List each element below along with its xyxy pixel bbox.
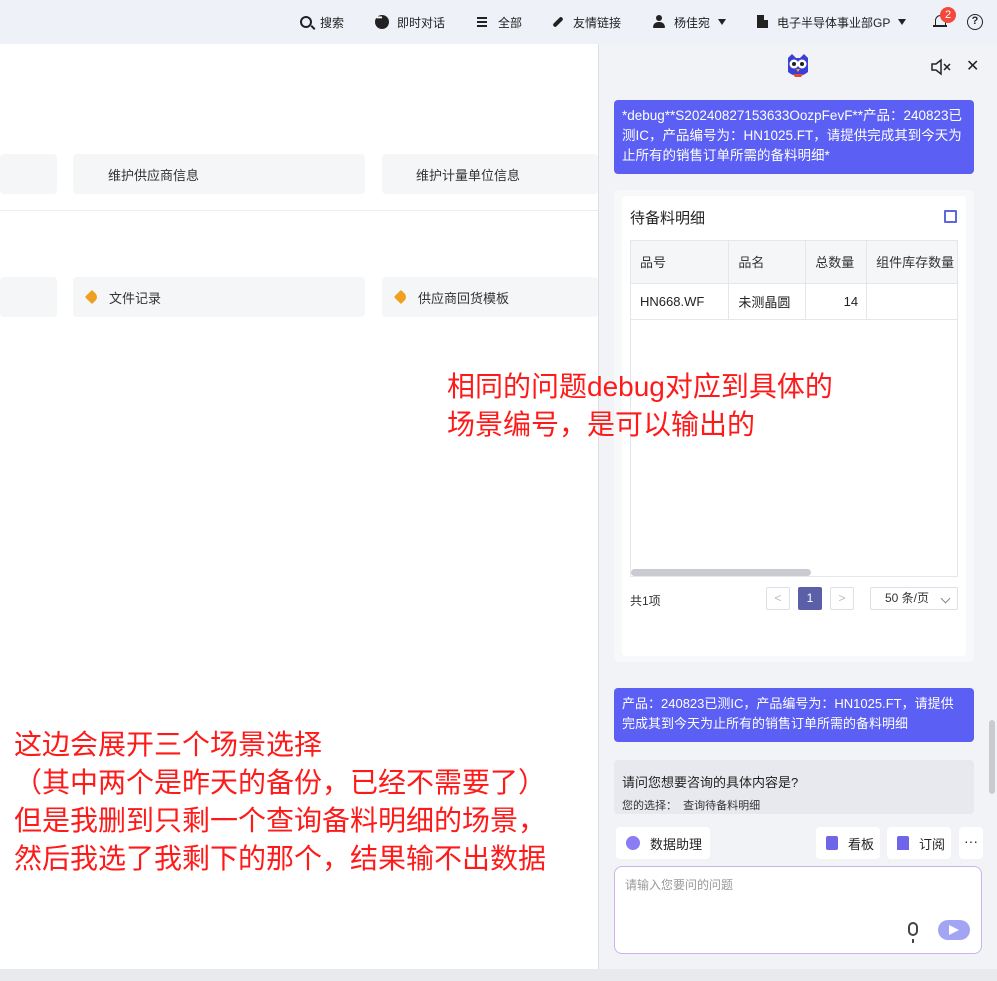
page-size-value: 50 条/页 [885,591,930,605]
annotation-line: 然后我选了我剩下的那个，结果输不出数据 [14,843,547,874]
caret-down-icon [718,19,727,25]
table-horizontal-scrollbar[interactable] [631,569,811,576]
cell-part-no: HN668.WF [631,283,730,320]
cell-stock-qty: 5 [866,283,957,320]
chip-label: 数据助理 [650,836,703,852]
choice-label: 您的选择： [622,800,677,812]
cell-total-qty: 14 [805,283,868,320]
send-button[interactable] [938,920,970,940]
subscribe-icon [897,836,909,850]
col-header-total-qty: 总数量 [805,241,868,284]
chip-label: 订阅 [919,836,946,852]
card-label: 供应商回货模板 [418,290,510,306]
page-1-button[interactable]: 1 [798,587,822,610]
annotation-line: 这边会展开三个场景选择 [14,729,323,760]
mute-icon[interactable] [930,58,952,76]
annotation-line: 相同的问题debug对应到具体的 [447,371,833,402]
annotation-note-2: 这边会展开三个场景选择 （其中两个是昨天的备份，已经不需要了） 但是我删到只剩一… [14,726,546,878]
section-divider [0,210,600,211]
annotation-line: 场景编号，是可以输出的 [447,409,756,440]
card-left-partial[interactable] [0,154,57,194]
subscribe-button[interactable]: 订阅 [887,827,951,859]
cell-part-name: 未测晶圆 [728,283,807,320]
nav-user-label: 杨佳宛 [674,15,711,30]
close-icon[interactable]: ✕ [966,56,979,76]
card-label: 维护计量单位信息 [416,167,521,183]
top-nav-bar: 搜索 即时对话 全部 友情链接 杨佳宛 电子半导体事业部GP 2 ? [0,0,997,44]
card-maintain-supplier[interactable]: 维护供应商信息 [73,154,365,194]
search-icon [300,16,312,28]
nav-chat-label: 即时对话 [397,15,446,30]
pin-icon [84,289,100,305]
bot-question-text: 请问您想要咨询的具体内容是? [622,775,799,790]
nav-org-label: 电子半导体事业部GP [777,15,891,30]
nav-org-menu[interactable]: 电子半导体事业部GP [755,12,907,32]
annotation-line: （其中两个是昨天的备份，已经不需要了） [14,767,547,798]
card-left-partial-2[interactable] [0,277,57,317]
expand-icon[interactable] [944,210,957,223]
data-assistant-button[interactable]: 数据助理 [616,827,710,859]
card-label: 文件记录 [109,290,162,306]
menu-icon [476,15,490,29]
nav-search[interactable]: 搜索 [300,12,344,32]
question-input[interactable] [625,876,965,916]
col-header-part-name: 品名 [728,241,807,284]
building-icon [755,15,769,29]
nav-links[interactable]: 友情链接 [551,12,621,32]
caret-down-icon [898,19,907,25]
link-icon [551,15,565,29]
assistant-icon [626,836,640,850]
page-size-select[interactable]: 50 条/页 [870,587,958,610]
card-file-record[interactable]: 文件记录 [73,277,365,317]
nav-all-label: 全部 [498,15,523,30]
chip-label: 看板 [848,836,875,852]
card-label: 维护供应商信息 [108,167,200,183]
notification-badge: 2 [940,7,956,23]
nav-links-label: 友情链接 [573,15,622,30]
chevron-down-icon [940,593,951,604]
card-maintain-unit[interactable]: 维护计量单位信息 [382,154,598,194]
microphone-icon[interactable] [908,922,918,943]
annotation-note-1: 相同的问题debug对应到具体的 场景编号，是可以输出的 [447,368,833,444]
help-icon[interactable]: ? [967,14,983,30]
user-message-bubble: 产品：240823已测IC，产品编号为：HN1025.FT，请提供完成其到今天为… [614,688,974,742]
pin-icon [393,289,409,305]
nav-all[interactable]: 全部 [476,12,522,32]
owl-logo-icon [788,54,808,77]
question-input-box [614,866,982,954]
col-header-stock-qty: 组件库存数量 [866,241,957,284]
choice-value: 查询待备料明细 [683,800,761,812]
user-choice: 您的选择： 查询待备料明细 [622,797,760,813]
dashboard-button[interactable]: 看板 [816,827,880,859]
next-page-button[interactable]: > [830,587,854,610]
result-card-title: 待备料明细 [630,210,706,227]
nav-search-label: 搜索 [320,15,345,30]
debug-message-bubble: *debug**S20240827153633OozpFevF**产品：2408… [614,100,974,174]
chat-bubble-icon [375,13,389,29]
user-icon [652,15,666,29]
card-supplier-template[interactable]: 供应商回货模板 [382,277,598,317]
col-header-part-no: 品号 [631,241,730,284]
table-row: HN668.WF 未测晶圆 14 5 [631,283,957,320]
more-options-button[interactable]: ··· [959,827,983,859]
bottom-strip [0,969,997,981]
panel-vertical-scrollbar[interactable] [989,720,995,794]
nav-user-menu[interactable]: 杨佳宛 [652,12,727,32]
total-count: 共1项 [630,594,661,608]
dashboard-icon [826,836,838,850]
prev-page-button[interactable]: < [766,587,790,610]
annotation-line: 但是我删到只剩一个查询备料明细的场景， [14,805,547,836]
nav-instant-chat[interactable]: 即时对话 [375,12,445,32]
